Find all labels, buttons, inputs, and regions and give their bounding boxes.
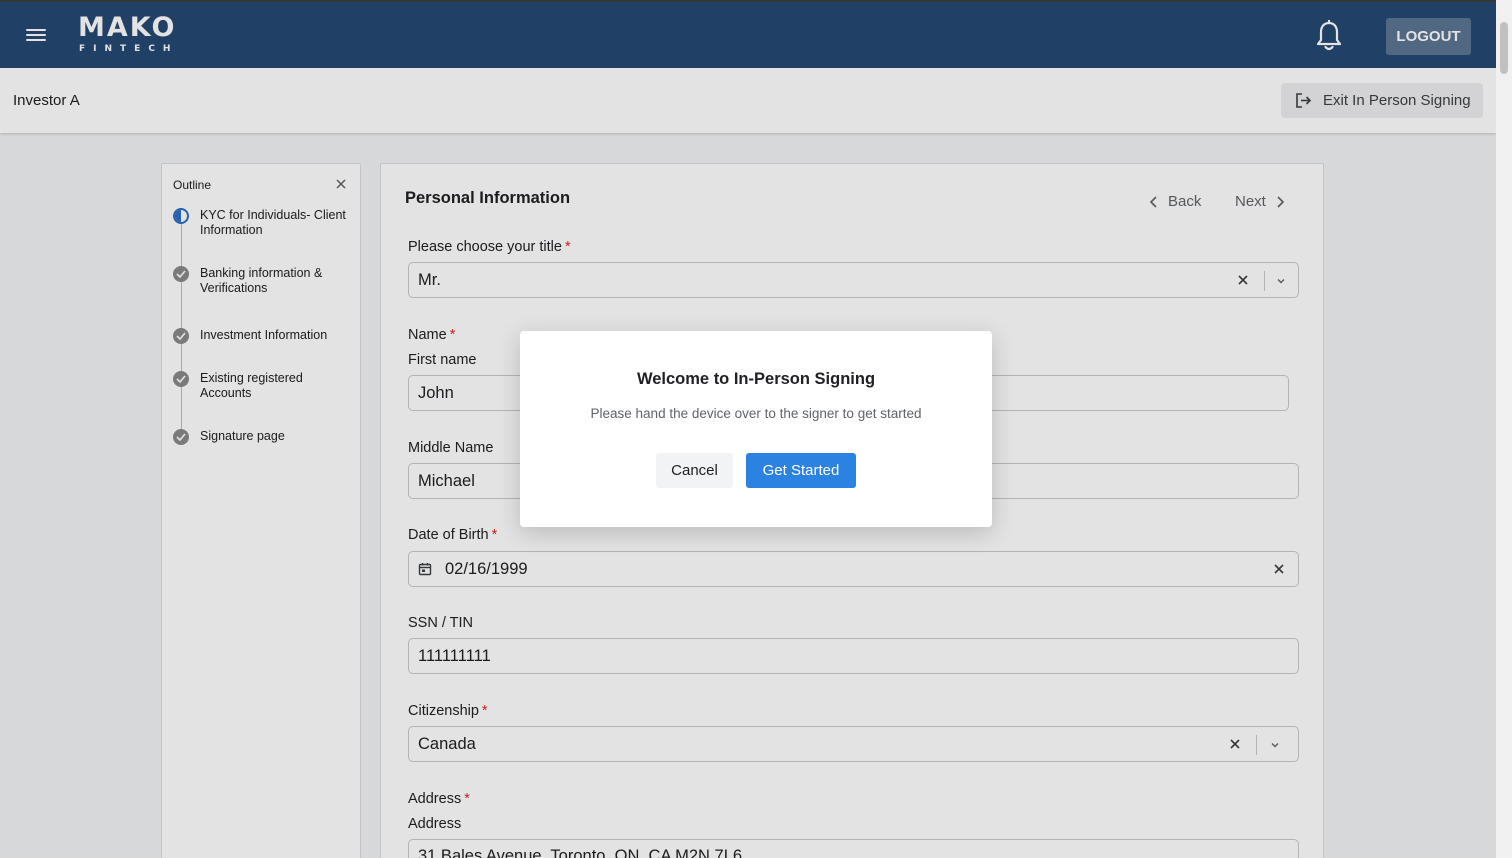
get-started-button[interactable]: Get Started <box>746 453 856 488</box>
welcome-dialog: Welcome to In-Person Signing Please hand… <box>520 331 992 527</box>
cancel-button[interactable]: Cancel <box>656 453 733 488</box>
page-scrollbar[interactable] <box>1496 0 1512 858</box>
scrollbar-thumb[interactable] <box>1500 22 1508 74</box>
dialog-message: Please hand the device over to the signe… <box>590 406 922 421</box>
dialog-title: Welcome to In-Person Signing <box>636 370 876 388</box>
